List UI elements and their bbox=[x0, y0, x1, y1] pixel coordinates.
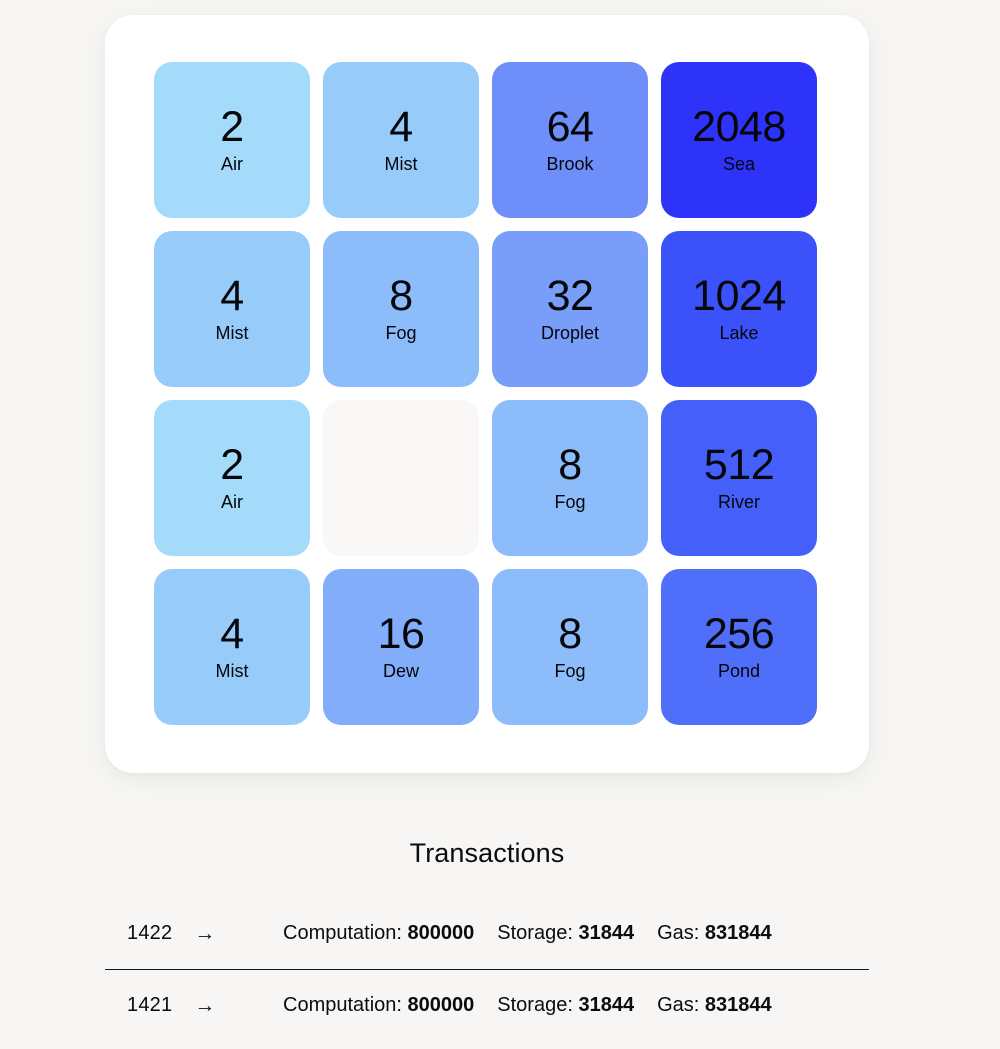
transactions-title: Transactions bbox=[409, 838, 565, 868]
tile-value: 8 bbox=[558, 441, 582, 490]
tile-label: Fog bbox=[385, 323, 417, 344]
arrow-right-icon: → bbox=[194, 921, 216, 945]
metric-gas-value: 831844 bbox=[704, 994, 772, 1016]
tile-value: 2048 bbox=[692, 103, 786, 152]
tile-label: Droplet bbox=[540, 323, 600, 344]
metric-computation: Computation: 800000 bbox=[283, 922, 474, 945]
transaction-row[interactable]: 1421 → Computation: 800000 Storage: 31844 Ga… bbox=[105, 969, 869, 1041]
transaction-id: 1422 bbox=[127, 921, 173, 944]
tile-value: 4 bbox=[220, 610, 244, 659]
metric-storage-value: 31844 bbox=[578, 994, 635, 1016]
metric-computation-value: 800000 bbox=[407, 921, 475, 944]
tile-label: Brook bbox=[546, 154, 594, 175]
tile-label: Mist bbox=[215, 323, 249, 344]
metric-storage-label: Storage: bbox=[497, 994, 573, 1016]
tile-label: Mist bbox=[384, 154, 418, 175]
tile-grid: 2 Air 4 Mist 64 Brook 2048 Sea 4 Mist 8 Fog 32 Drople… bbox=[154, 62, 817, 725]
app-root: 2 Air 4 Mist 64 Brook 2048 Sea 4 Mist 8 Fog 32 Drople… bbox=[0, 0, 1000, 1049]
tile-value: 8 bbox=[558, 610, 582, 659]
game-board-card: 2 Air 4 Mist 64 Brook 2048 Sea 4 Mist 8 Fog 32 Drople… bbox=[105, 15, 869, 773]
metric-gas: Gas: 831844 bbox=[657, 922, 772, 945]
transaction-id: 1421 bbox=[127, 994, 173, 1016]
tile-label: Pond bbox=[717, 661, 761, 682]
tile-value: 64 bbox=[546, 103, 594, 152]
metric-storage: Storage: 31844 bbox=[497, 994, 634, 1017]
tile-label: River bbox=[717, 492, 760, 513]
tile-label: Sea bbox=[722, 154, 756, 175]
tile-value: 8 bbox=[389, 272, 413, 321]
tile-label: Fog bbox=[554, 492, 586, 513]
tile-value: 2 bbox=[220, 103, 244, 152]
tile: 4 Mist bbox=[154, 569, 310, 725]
tile-value: 1024 bbox=[692, 272, 786, 321]
tile-value: 4 bbox=[389, 103, 413, 152]
tile-label: Fog bbox=[554, 661, 586, 682]
tile-value: 4 bbox=[220, 272, 244, 321]
tile: 4 Mist bbox=[154, 231, 310, 387]
tile-value: 256 bbox=[703, 610, 775, 659]
tile: 2048 Sea bbox=[661, 62, 817, 218]
tile-label: Air bbox=[221, 492, 243, 513]
tile-label: Lake bbox=[719, 323, 759, 344]
metric-computation-label: Computation: bbox=[283, 921, 402, 944]
tile: 8 Fog bbox=[492, 569, 648, 725]
tile-label: Air bbox=[221, 154, 243, 175]
metric-gas: Gas: 831844 bbox=[657, 994, 772, 1017]
tile: 2 Air bbox=[154, 62, 310, 218]
tile: 4 Mist bbox=[323, 62, 479, 218]
tile: 16 Dew bbox=[323, 569, 479, 725]
transaction-id-group: 1422 → bbox=[105, 922, 283, 945]
tile: 32 Droplet bbox=[492, 231, 648, 387]
tile-label: Mist bbox=[215, 661, 249, 682]
tile-value: 512 bbox=[703, 441, 775, 490]
tile-value: 16 bbox=[377, 610, 425, 659]
tile: 512 River bbox=[661, 400, 817, 556]
metric-gas-label: Gas: bbox=[657, 994, 700, 1016]
tile: 8 Fog bbox=[492, 400, 648, 556]
transaction-id-group: 1421 → bbox=[105, 994, 283, 1017]
tile: 2 Air bbox=[154, 400, 310, 556]
tile-label: Dew bbox=[382, 661, 419, 682]
tile-value: 32 bbox=[546, 272, 594, 321]
transaction-row[interactable]: 1422 → Computation: 800000 Storage: 31844 Ga… bbox=[105, 897, 869, 969]
tile-value: 2 bbox=[220, 441, 244, 490]
arrow-right-icon: → bbox=[194, 994, 216, 1017]
metric-computation-label: Computation: bbox=[283, 994, 402, 1016]
tile: 256 Pond bbox=[661, 569, 817, 725]
metric-gas-value: 831844 bbox=[704, 921, 772, 944]
transaction-metrics: Computation: 800000 Storage: 31844 Gas: 83… bbox=[283, 922, 772, 945]
tile: 1024 Lake bbox=[661, 231, 817, 387]
metric-computation-value: 800000 bbox=[407, 994, 475, 1016]
transactions-section: Transactions 1422 → Computation: 800000 Sto… bbox=[105, 838, 869, 1041]
metric-storage-value: 31844 bbox=[578, 921, 635, 944]
metric-computation: Computation: 800000 bbox=[283, 994, 474, 1017]
metric-storage: Storage: 31844 bbox=[497, 922, 634, 945]
transactions-list: 1422 → Computation: 800000 Storage: 31844 Ga… bbox=[105, 897, 869, 1041]
metric-gas-label: Gas: bbox=[657, 921, 700, 944]
tile-empty bbox=[323, 400, 479, 556]
tile: 8 Fog bbox=[323, 231, 479, 387]
tile: 64 Brook bbox=[492, 62, 648, 218]
transaction-metrics: Computation: 800000 Storage: 31844 Gas: 83… bbox=[283, 994, 772, 1017]
metric-storage-label: Storage: bbox=[497, 921, 573, 944]
